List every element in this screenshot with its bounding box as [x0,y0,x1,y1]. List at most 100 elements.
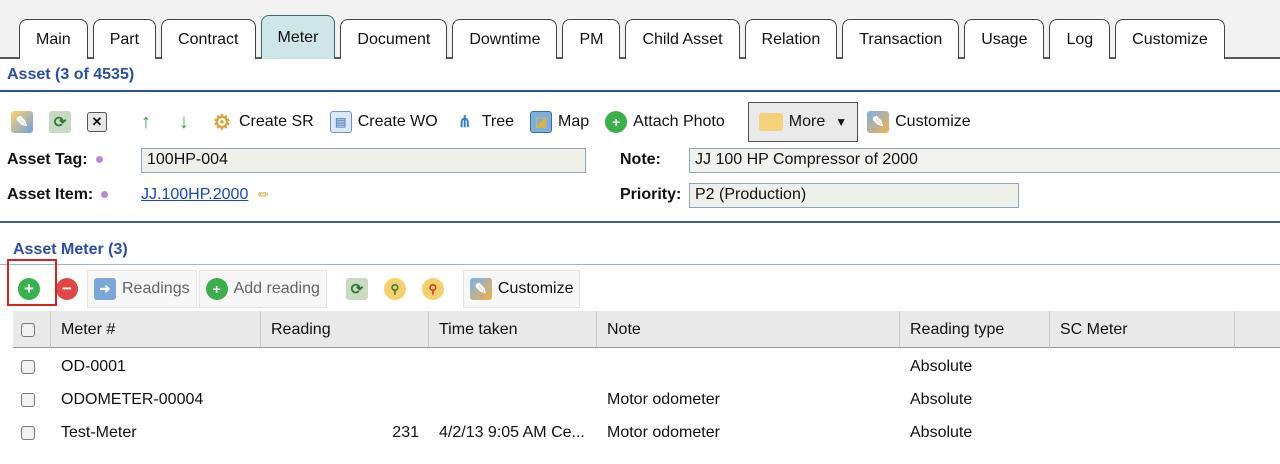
note-label: Note: [620,151,661,168]
type-cell: Absolute [910,390,973,408]
customize-icon: ✎ [469,278,492,300]
next-button[interactable]: ↓ [166,103,202,141]
more-label: More [788,113,826,130]
priority-field[interactable]: P2 (Production) [689,183,1019,208]
row-checkbox[interactable] [21,425,35,440]
plus-circle-icon: + [605,111,628,133]
map-icon: ◪ [530,111,553,133]
refresh-icon: ⟳ [345,278,368,300]
readings-button[interactable]: ➜ Readings [87,270,197,308]
map-label: Map [558,113,590,130]
edit-icon: ✎ [11,111,33,133]
asset-meter-divider [0,264,1280,265]
meter-cell: OD-0001 [61,357,126,375]
time-cell [429,383,597,416]
search-icon: ⚲ [383,278,406,300]
row-select-cell[interactable] [13,350,51,383]
meter-cell: Test-Meter [61,423,137,441]
arrow-down-icon: ↓ [179,110,189,133]
tab-document[interactable]: Document [340,19,448,59]
close-button[interactable]: ✕ [80,103,114,141]
search-button[interactable]: ⚲ [377,270,413,308]
asset-section-divider [0,90,1280,92]
reading-cell [261,383,429,416]
col-reading-type[interactable]: Reading type [900,311,1050,348]
reading-cell [261,350,429,383]
tab-usage[interactable]: Usage [964,19,1045,59]
caret-down-icon: ▼ [835,115,848,129]
pencil-icon[interactable]: ✏ [258,187,269,203]
previous-button[interactable]: ↑ [128,103,164,141]
tab-contract[interactable]: Contract [161,19,256,59]
sc-cell [1050,416,1235,449]
create-wo-button[interactable]: ▤ Create WO [323,103,445,141]
clear-search-button[interactable]: ⚲ [415,270,451,308]
attach-photo-label: Attach Photo [633,113,725,130]
table-row[interactable]: OD-0001 Absolute [13,350,1280,383]
map-button[interactable]: ◪ Map [523,103,596,141]
clear-search-icon: ⚲ [421,278,444,300]
tab-downtime[interactable]: Downtime [452,19,558,59]
row-checkbox[interactable] [21,392,35,407]
type-cell: Absolute [910,423,973,441]
row-checkbox[interactable] [21,359,35,374]
tab-log[interactable]: Log [1049,19,1111,59]
tree-label: Tree [481,113,515,130]
attach-photo-button[interactable]: + Attach Photo [598,103,732,141]
folder-icon [758,113,783,131]
table-row[interactable]: ODOMETER-00004 Motor odometer Absolute [13,383,1280,416]
tree-button[interactable]: ⋔ Tree [447,103,521,141]
asset-tag-label-text: Asset Tag: [7,151,88,168]
col-sc-meter[interactable]: SC Meter [1050,311,1235,348]
tab-meter[interactable]: Meter [260,15,336,59]
meter-refresh-button[interactable]: ⟳ [339,270,375,308]
create-sr-button[interactable]: ⚙ Create SR [204,103,321,141]
sc-cell [1050,350,1235,383]
readings-label: Readings [122,280,190,297]
meter-cell: ODOMETER-00004 [61,390,204,408]
minus-circle-icon: − [56,278,78,300]
col-time-taken[interactable]: Time taken [429,311,597,348]
edit-button[interactable]: ✎ [4,103,40,141]
document-icon: ▤ [329,111,352,133]
close-icon: ✕ [87,112,107,132]
table-row[interactable]: Test-Meter 231 4/2/13 9:05 AM Ce... Moto… [13,416,1280,449]
tab-relation[interactable]: Relation [744,19,838,59]
col-note[interactable]: Note [597,311,900,348]
tab-transaction[interactable]: Transaction [842,19,960,59]
meter-toolbar: + − ➜ Readings + Add reading ⟳ ⚲ ⚲ ✎ Cus… [11,268,582,310]
required-dot-icon [95,156,103,164]
more-dropdown-button[interactable]: More ▼ [747,102,859,142]
asset-toolbar: ✎ ⟳ ✕ ↑ ↓ ⚙ Create SR ▤ Create WO ⋔ Tree… [4,101,980,143]
row-select-cell[interactable] [13,383,51,416]
note-cell [597,350,900,383]
required-dot-icon [101,191,109,199]
col-meter[interactable]: Meter # [51,311,261,348]
col-reading[interactable]: Reading [261,311,429,348]
asset-section-title: Asset (3 of 4535) [7,66,135,83]
asset-item-link[interactable]: JJ.100HP.2000 [141,186,248,204]
tab-customize[interactable]: Customize [1115,19,1225,59]
tab-pm[interactable]: PM [562,19,621,59]
priority-label: Priority: [620,186,682,203]
asset-tag-field[interactable]: 100HP-004 [141,148,586,173]
tab-child-asset[interactable]: Child Asset [625,19,740,59]
note-field[interactable]: JJ 100 HP Compressor of 2000 [689,148,1280,173]
customize-button[interactable]: ✎ Customize [860,103,978,141]
meter-customize-button[interactable]: ✎ Customize [462,270,581,308]
tab-main[interactable]: Main [19,19,88,59]
gear-icon: ⚙ [213,111,231,134]
refresh-icon: ⟳ [49,111,71,133]
customize-label: Customize [895,113,971,130]
add-reading-button[interactable]: + Add reading [198,270,327,308]
select-all-cell[interactable] [13,311,51,348]
sc-cell [1050,383,1235,416]
asset-tag-label: Asset Tag: [7,151,103,169]
time-cell [429,350,597,383]
customize-icon: ✎ [867,111,890,133]
refresh-button[interactable]: ⟳ [42,103,78,141]
row-select-cell[interactable] [13,416,51,449]
tab-part[interactable]: Part [92,19,157,59]
tab-list: Main Part Contract Meter Document Downti… [19,15,1230,59]
select-all-checkbox[interactable] [21,322,35,337]
